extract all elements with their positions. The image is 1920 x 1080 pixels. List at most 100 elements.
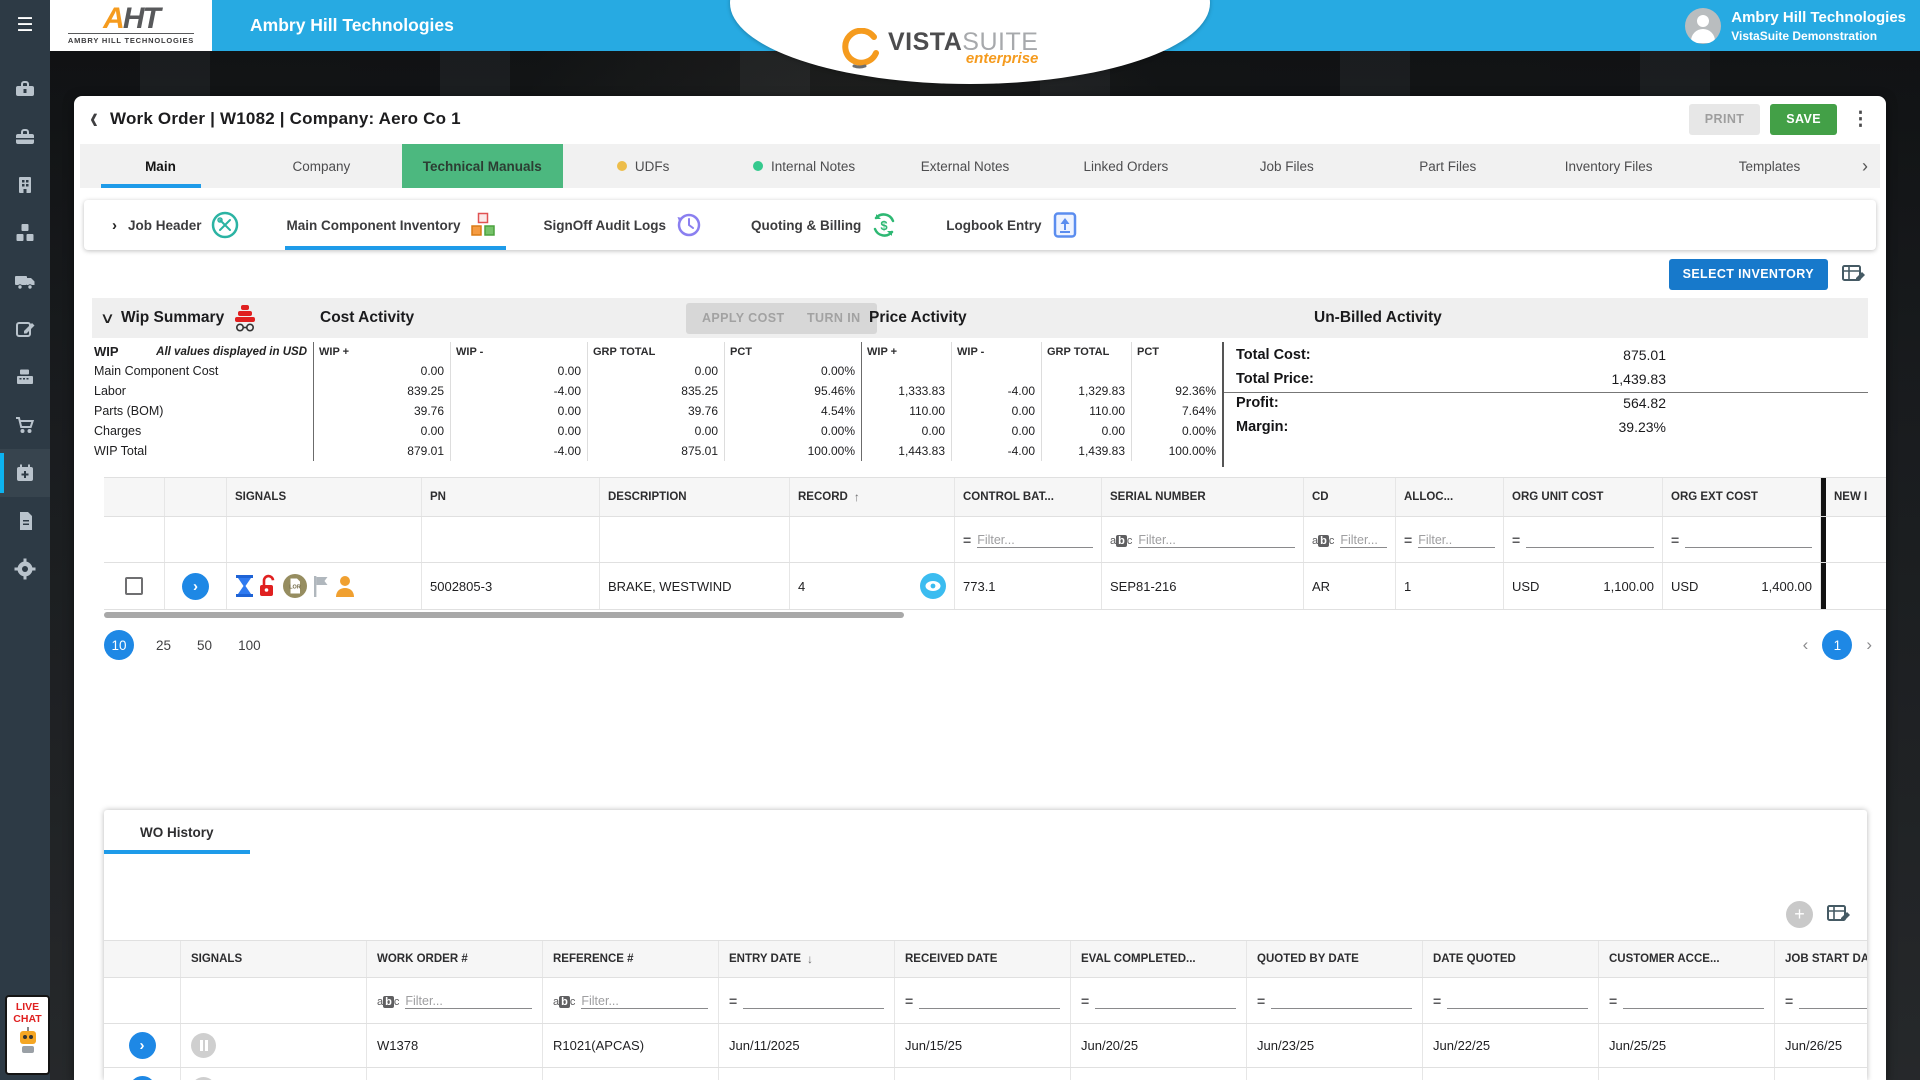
user-menu[interactable]: Ambry Hill Technologies VistaSuite Demon… xyxy=(1685,0,1906,51)
eval-completed-filter-input[interactable] xyxy=(1095,993,1236,1008)
quoted-by-filter-input[interactable] xyxy=(1271,993,1412,1008)
back-icon[interactable]: ‹ xyxy=(90,103,98,134)
sidebar-item-toolbox[interactable] xyxy=(0,65,50,113)
sidebar-item-purchasing[interactable] xyxy=(0,401,50,449)
sidebar-item-documents[interactable] xyxy=(0,497,50,545)
avatar[interactable] xyxy=(1685,7,1722,44)
cd-filter-input[interactable] xyxy=(1340,532,1387,547)
save-button[interactable]: SAVE xyxy=(1770,103,1837,135)
text-filter-icon[interactable]: abc xyxy=(1110,534,1132,548)
tab-technical-manuals[interactable]: Technical Manuals xyxy=(401,144,563,188)
control-bat-filter-input[interactable] xyxy=(977,532,1093,547)
page-size-25[interactable]: 25 xyxy=(156,638,171,653)
prev-page-icon[interactable]: ‹ xyxy=(1803,635,1809,655)
svg-text:$: $ xyxy=(881,218,889,233)
inventory-row[interactable]: › LOR 5002805-3 BRAKE, WESTWIND 4 773.1 … xyxy=(104,563,1886,610)
history-table-header: SIGNALS WORK ORDER # REFERENCE # ENTRY D… xyxy=(104,940,1867,978)
tab-templates[interactable]: Templates xyxy=(1689,144,1850,188)
expand-row-button[interactable]: › xyxy=(128,1076,156,1080)
select-inventory-button[interactable]: SELECT INVENTORY xyxy=(1668,258,1828,290)
customer-accepted-filter-input[interactable] xyxy=(1623,993,1764,1008)
text-filter-icon[interactable]: abc xyxy=(1312,534,1334,548)
numeric-filter-icon[interactable]: = xyxy=(963,532,971,548)
sidebar-item-edit-orders[interactable] xyxy=(0,305,50,353)
text-filter-icon[interactable]: abc xyxy=(553,995,575,1009)
hourglass-signal-icon[interactable] xyxy=(235,574,254,598)
truck-icon xyxy=(15,276,35,290)
history-row[interactable]: › W1130 R1212 May/22/2024 May/27/24 May/… xyxy=(104,1068,1867,1080)
sidebar-item-settings[interactable] xyxy=(0,545,50,593)
quoted-by-date-cell: Jun/03/24 xyxy=(1247,1068,1423,1080)
sidebar-item-parts[interactable] xyxy=(0,209,50,257)
print-button[interactable]: PRINT xyxy=(1688,103,1761,135)
subtab-job-header[interactable]: › Job Header xyxy=(88,200,263,250)
numeric-filter-icon[interactable]: = xyxy=(1512,532,1520,548)
numeric-filter-icon[interactable]: = xyxy=(1404,532,1412,548)
next-page-icon[interactable]: › xyxy=(1866,635,1872,655)
page-size-10[interactable]: 10 xyxy=(104,630,134,660)
turn-in-button[interactable]: TURN IN xyxy=(791,302,877,334)
numeric-filter-icon[interactable]: = xyxy=(1671,532,1679,548)
received-date-filter-input[interactable] xyxy=(919,993,1060,1008)
history-row[interactable]: › W1378 R1021(APCAS) Jun/11/2025 Jun/15/… xyxy=(104,1024,1867,1068)
expand-row-button[interactable]: › xyxy=(182,572,209,600)
subtab-logbook-entry[interactable]: Logbook Entry xyxy=(922,200,1102,250)
flag-signal-icon[interactable] xyxy=(312,574,330,598)
tab-linked-orders[interactable]: Linked Orders xyxy=(1045,144,1206,188)
row-checkbox[interactable] xyxy=(125,577,143,595)
sidebar-item-scheduling[interactable] xyxy=(0,449,50,497)
vistasuite-logo: VISTASUITE enterprise xyxy=(840,28,1038,70)
tab-part-files[interactable]: Part Files xyxy=(1367,144,1528,188)
eval-completed-cell: Jun/20/25 xyxy=(1071,1024,1247,1067)
tab-company[interactable]: Company xyxy=(241,144,402,188)
tab-wo-history[interactable]: WO History xyxy=(104,810,250,854)
subtab-quoting-billing[interactable]: Quoting & Billing $ xyxy=(727,200,922,250)
overflow-menu-icon[interactable]: ⋮ xyxy=(1851,108,1870,131)
page-size-50[interactable]: 50 xyxy=(197,638,212,653)
current-page[interactable]: 1 xyxy=(1822,630,1853,660)
job-start-date-cell: Jun/26/25 xyxy=(1775,1024,1867,1067)
expand-row-button[interactable]: › xyxy=(128,1032,156,1059)
sort-asc-icon: ↑ xyxy=(853,490,860,504)
sidebar-item-briefcase[interactable] xyxy=(0,113,50,161)
alloc-filter-input[interactable] xyxy=(1418,532,1495,547)
subtab-signoff-audit-logs[interactable]: SignOff Audit Logs xyxy=(520,200,727,250)
entry-date-filter-input[interactable] xyxy=(743,993,884,1008)
serial-filter-input[interactable] xyxy=(1138,532,1295,547)
tab-inventory-files[interactable]: Inventory Files xyxy=(1528,144,1689,188)
sidebar-item-company[interactable] xyxy=(0,161,50,209)
total-price-value: 1,439.83 xyxy=(1611,371,1667,387)
pagination: 10 25 50 100 ‹ 1 › xyxy=(104,630,1886,660)
wip-summary-toggle[interactable]: ∨ Wip Summary xyxy=(100,303,258,333)
org-ext-cost-filter-input[interactable] xyxy=(1685,532,1812,547)
tabs-scroll-right-icon[interactable]: › xyxy=(1850,144,1880,188)
tab-main[interactable]: Main xyxy=(80,144,241,188)
person-signal-icon[interactable] xyxy=(334,574,356,598)
menu-icon[interactable]: ☰ xyxy=(0,0,50,51)
unlocked-signal-icon[interactable] xyxy=(258,574,278,598)
edit-grid-columns-icon[interactable] xyxy=(1827,903,1851,925)
view-record-icon[interactable] xyxy=(920,573,946,599)
add-row-icon[interactable]: + xyxy=(1786,900,1813,928)
tab-internal-notes[interactable]: Internal Notes xyxy=(724,144,885,188)
lor-document-signal-icon[interactable]: LOR xyxy=(282,573,308,599)
tab-udfs[interactable]: UDFs xyxy=(563,144,724,188)
text-filter-icon[interactable]: abc xyxy=(377,995,399,1009)
work-order-filter-input[interactable] xyxy=(405,993,532,1008)
page-size-100[interactable]: 100 xyxy=(238,638,261,653)
org-unit-cost-filter-input[interactable] xyxy=(1526,532,1654,547)
horizontal-scrollbar[interactable] xyxy=(104,612,904,618)
sidebar-item-shipping[interactable] xyxy=(0,257,50,305)
tab-job-files[interactable]: Job Files xyxy=(1206,144,1367,188)
reference-filter-input[interactable] xyxy=(581,993,708,1008)
user-name: Ambry Hill Technologies xyxy=(1731,8,1906,26)
hold-signal-icon xyxy=(191,1033,216,1058)
tab-external-notes[interactable]: External Notes xyxy=(885,144,1046,188)
job-start-filter-input[interactable] xyxy=(1799,993,1867,1008)
edit-grid-columns-icon[interactable] xyxy=(1842,263,1866,285)
subtab-main-component-inventory[interactable]: Main Component Inventory xyxy=(263,200,520,250)
apply-cost-button[interactable]: APPLY COST xyxy=(686,302,801,334)
live-chat-button[interactable]: LIVE CHAT xyxy=(5,995,50,1075)
date-quoted-filter-input[interactable] xyxy=(1447,993,1588,1008)
sidebar-item-point-of-sale[interactable] xyxy=(0,353,50,401)
